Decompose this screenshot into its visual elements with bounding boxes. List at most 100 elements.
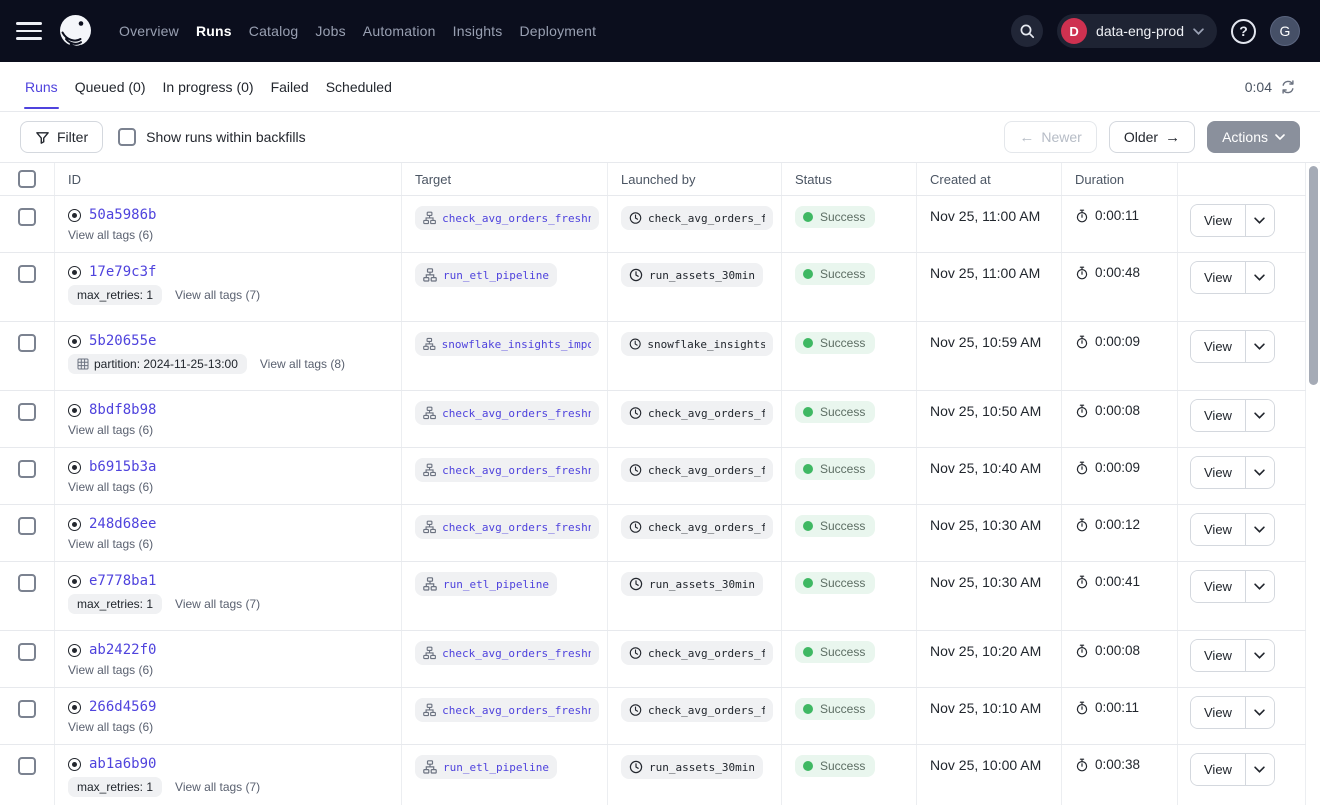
workspace-switcher[interactable]: D data-eng-prod xyxy=(1057,14,1217,48)
target-job-pill[interactable]: check_avg_orders_freshne xyxy=(415,206,599,230)
row-checkbox[interactable] xyxy=(18,643,36,661)
run-id-link[interactable]: ab1a6b90 xyxy=(89,756,156,772)
row-checkbox[interactable] xyxy=(18,757,36,775)
search-icon[interactable] xyxy=(1011,15,1043,47)
view-all-tags-link[interactable]: View all tags (7) xyxy=(175,780,260,794)
nav-item-catalog[interactable]: Catalog xyxy=(249,23,299,39)
target-job-pill[interactable]: check_avg_orders_freshne xyxy=(415,515,599,539)
menu-icon[interactable] xyxy=(16,22,42,40)
view-run-button[interactable]: View xyxy=(1191,331,1245,362)
row-checkbox[interactable] xyxy=(18,574,36,592)
select-all-checkbox[interactable] xyxy=(18,170,36,188)
launched-by-pill[interactable]: run_assets_30min xyxy=(621,572,763,596)
nav-item-runs[interactable]: Runs xyxy=(196,23,232,39)
view-all-tags-link[interactable]: View all tags (7) xyxy=(175,288,260,302)
target-job-pill[interactable]: run_etl_pipeline xyxy=(415,755,557,779)
launched-by-pill[interactable]: check_avg_orders_f… xyxy=(621,698,773,722)
view-all-tags-link[interactable]: View all tags (7) xyxy=(175,597,260,611)
row-checkbox[interactable] xyxy=(18,700,36,718)
view-dropdown-button[interactable] xyxy=(1245,331,1274,362)
nav-item-insights[interactable]: Insights xyxy=(453,23,503,39)
view-dropdown-button[interactable] xyxy=(1245,640,1274,671)
target-job-pill[interactable]: snowflake_insights_import xyxy=(415,332,599,356)
view-all-tags-link[interactable]: View all tags (6) xyxy=(68,537,153,551)
target-job-pill[interactable]: check_avg_orders_freshne xyxy=(415,641,599,665)
row-checkbox[interactable] xyxy=(18,517,36,535)
view-dropdown-button[interactable] xyxy=(1245,205,1274,236)
view-run-button[interactable]: View xyxy=(1191,205,1245,236)
target-job-pill[interactable]: check_avg_orders_freshne xyxy=(415,698,599,722)
row-checkbox[interactable] xyxy=(18,265,36,283)
view-dropdown-button[interactable] xyxy=(1245,697,1274,728)
avatar[interactable]: G xyxy=(1270,16,1300,46)
tab-runs[interactable]: Runs xyxy=(24,62,59,111)
view-dropdown-button[interactable] xyxy=(1245,457,1274,488)
nav-item-deployment[interactable]: Deployment xyxy=(519,23,596,39)
run-id-link[interactable]: 248d68ee xyxy=(89,516,156,532)
view-run-button[interactable]: View xyxy=(1191,640,1245,671)
view-dropdown-button[interactable] xyxy=(1245,571,1274,602)
run-id-link[interactable]: 8bdf8b98 xyxy=(89,402,156,418)
run-id-link[interactable]: 17e79c3f xyxy=(89,264,156,280)
view-dropdown-button[interactable] xyxy=(1245,262,1274,293)
view-dropdown-button[interactable] xyxy=(1245,514,1274,545)
target-job-pill[interactable]: run_etl_pipeline xyxy=(415,572,557,596)
launched-by-pill[interactable]: check_avg_orders_f… xyxy=(621,206,773,230)
tab-queued[interactable]: Queued (0) xyxy=(74,62,147,111)
launched-by-pill[interactable]: snowflake_insights_… xyxy=(621,332,773,356)
row-checkbox[interactable] xyxy=(18,208,36,226)
launched-by-pill[interactable]: check_avg_orders_f… xyxy=(621,515,773,539)
stopwatch-icon xyxy=(1075,209,1089,223)
run-id-link[interactable]: ab2422f0 xyxy=(89,642,156,658)
filter-button[interactable]: Filter xyxy=(20,121,103,153)
view-run-button[interactable]: View xyxy=(1191,571,1245,602)
stopwatch-icon xyxy=(1075,644,1089,658)
view-all-tags-link[interactable]: View all tags (8) xyxy=(260,357,345,371)
help-icon[interactable]: ? xyxy=(1231,19,1256,44)
run-id-link[interactable]: 266d4569 xyxy=(89,699,156,715)
vertical-scrollbar[interactable] xyxy=(1309,166,1318,385)
view-all-tags-link[interactable]: View all tags (6) xyxy=(68,228,153,242)
nav-item-overview[interactable]: Overview xyxy=(119,23,179,39)
show-backfills-checkbox[interactable] xyxy=(118,128,136,146)
newer-button[interactable]: ←Newer xyxy=(1004,121,1096,153)
schedule-clock-icon xyxy=(629,520,642,534)
refresh-icon[interactable] xyxy=(1280,79,1296,95)
row-checkbox[interactable] xyxy=(18,403,36,421)
run-id-link[interactable]: b6915b3a xyxy=(89,459,156,475)
nav-item-jobs[interactable]: Jobs xyxy=(315,23,345,39)
row-checkbox[interactable] xyxy=(18,334,36,352)
tab-scheduled[interactable]: Scheduled xyxy=(325,62,393,111)
launched-by-pill[interactable]: run_assets_30min xyxy=(621,755,763,779)
run-id-link[interactable]: e7778ba1 xyxy=(89,573,156,589)
run-id-link[interactable]: 50a5986b xyxy=(89,207,156,223)
target-job-pill[interactable]: run_etl_pipeline xyxy=(415,263,557,287)
view-run-button[interactable]: View xyxy=(1191,514,1245,545)
view-run-button[interactable]: View xyxy=(1191,697,1245,728)
view-run-button[interactable]: View xyxy=(1191,457,1245,488)
view-run-button[interactable]: View xyxy=(1191,754,1245,785)
view-dropdown-button[interactable] xyxy=(1245,400,1274,431)
target-job-pill[interactable]: check_avg_orders_freshne xyxy=(415,458,599,482)
view-all-tags-link[interactable]: View all tags (6) xyxy=(68,720,153,734)
view-all-tags-link[interactable]: View all tags (6) xyxy=(68,423,153,437)
nav-item-automation[interactable]: Automation xyxy=(363,23,436,39)
launched-by-pill[interactable]: run_assets_30min xyxy=(621,263,763,287)
view-dropdown-button[interactable] xyxy=(1245,754,1274,785)
view-all-tags-link[interactable]: View all tags (6) xyxy=(68,480,153,494)
view-run-button[interactable]: View xyxy=(1191,400,1245,431)
launched-by-pill[interactable]: check_avg_orders_f… xyxy=(621,401,773,425)
dagster-logo-icon[interactable] xyxy=(57,13,94,50)
launched-by-pill[interactable]: check_avg_orders_f… xyxy=(621,458,773,482)
created-at-value: Nov 25, 10:59 AM xyxy=(930,334,1041,350)
tab-in-progress[interactable]: In progress (0) xyxy=(162,62,255,111)
view-all-tags-link[interactable]: View all tags (6) xyxy=(68,663,153,677)
target-job-pill[interactable]: check_avg_orders_freshne xyxy=(415,401,599,425)
older-button[interactable]: Older→ xyxy=(1109,121,1195,153)
launched-by-pill[interactable]: check_avg_orders_f… xyxy=(621,641,773,665)
row-checkbox[interactable] xyxy=(18,460,36,478)
tab-failed[interactable]: Failed xyxy=(270,62,310,111)
view-run-button[interactable]: View xyxy=(1191,262,1245,293)
run-id-link[interactable]: 5b20655e xyxy=(89,333,156,349)
actions-button[interactable]: Actions xyxy=(1207,121,1300,153)
